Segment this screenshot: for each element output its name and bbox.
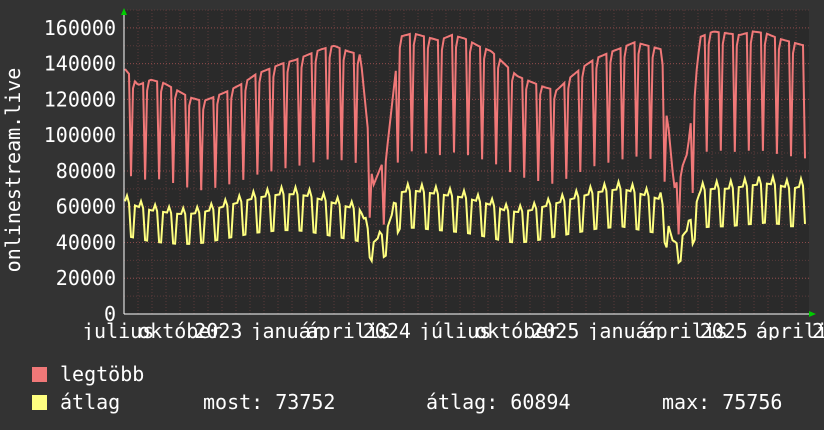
x-axis-ticks: juliusoktóber2023 januáráprilis2024 július… bbox=[82, 319, 824, 340]
x-axis-arrow-icon bbox=[809, 311, 816, 317]
stat-atlag-label: átlag: bbox=[426, 390, 499, 414]
stat-max-value: 75756 bbox=[722, 390, 783, 414]
y-tick-label: 140000 bbox=[44, 52, 116, 76]
x-tick-label: 2025 bbox=[812, 319, 824, 340]
legend-item-atlag: átlag most: 73752 átlag: 60894 max: 7575… bbox=[32, 390, 812, 414]
y-tick-label: 60000 bbox=[56, 195, 116, 219]
stat-atlag: átlag: 60894 bbox=[426, 390, 571, 414]
line-chart: 0200004000060000800001000001200001400001… bbox=[1, 8, 824, 340]
y-axis-label: onlinestream.live bbox=[1, 68, 25, 273]
x-tick-label: 2023 bbox=[194, 319, 242, 340]
legend-swatch-legtobb bbox=[32, 366, 47, 382]
y-tick-label: 80000 bbox=[56, 159, 116, 183]
y-tick-label: 120000 bbox=[44, 87, 116, 111]
stat-most-label: most: bbox=[203, 390, 264, 414]
legend-swatch-atlag bbox=[32, 394, 47, 410]
y-axis-ticks: 0200004000060000800001000001200001400001… bbox=[44, 16, 116, 326]
stat-max: max: 75756 bbox=[662, 390, 782, 414]
x-tick-label: 2025 bbox=[700, 319, 748, 340]
legend-label-legtobb: legtöbb bbox=[60, 362, 145, 386]
y-tick-label: 20000 bbox=[56, 266, 116, 290]
x-tick-label: 2025 bbox=[531, 319, 579, 340]
y-tick-label: 160000 bbox=[44, 16, 116, 40]
stat-most-value: 73752 bbox=[275, 390, 336, 414]
legend-item-legtobb: legtöbb bbox=[32, 362, 144, 386]
y-tick-label: 40000 bbox=[56, 230, 116, 254]
legend-label-atlag: átlag bbox=[60, 390, 121, 414]
stat-most: most: 73752 bbox=[203, 390, 335, 414]
stat-atlag-value: 60894 bbox=[510, 390, 571, 414]
x-tick-label: 2024 bbox=[363, 319, 411, 340]
stat-max-label: max: bbox=[662, 390, 711, 414]
y-tick-label: 100000 bbox=[44, 123, 116, 147]
